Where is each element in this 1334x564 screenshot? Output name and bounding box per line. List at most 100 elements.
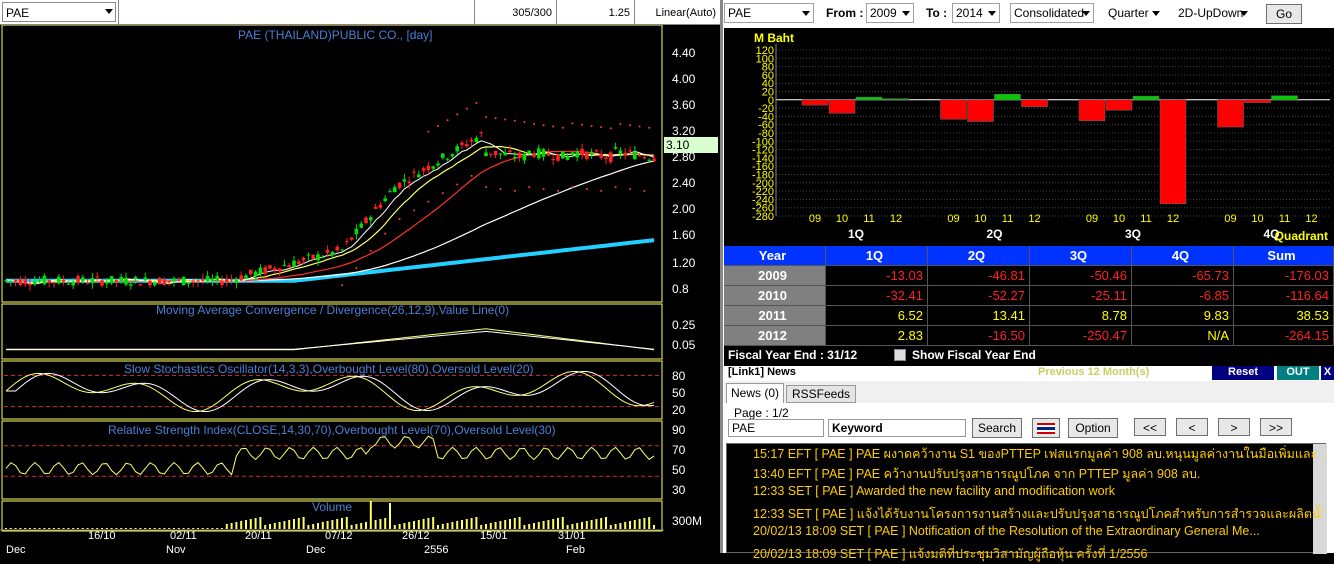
volume-bar xyxy=(57,528,60,529)
table-cell-year: 2010 xyxy=(724,286,826,306)
first-page-button[interactable]: << xyxy=(1134,418,1166,436)
candle-body xyxy=(575,151,579,158)
keyword-input[interactable]: Keyword xyxy=(828,419,966,437)
sar-dot xyxy=(485,186,487,189)
from-year-select[interactable]: 2009 xyxy=(866,3,914,23)
news-item[interactable]: 15:17 EFT [ PAE ] PAE ผงาดคว้างาน S1 ของ… xyxy=(729,444,1324,464)
page-label: Page : 1/2 xyxy=(734,406,789,420)
last-page-button[interactable]: >> xyxy=(1260,418,1292,436)
candle-body xyxy=(585,151,589,159)
fin-year-tick-label: 10 xyxy=(1113,213,1125,225)
scale-mode[interactable]: Linear(Auto) xyxy=(634,0,720,24)
fin-bar xyxy=(1244,99,1271,103)
sar-dot xyxy=(499,187,502,190)
sar-dot xyxy=(485,115,487,118)
to-year-select[interactable]: 2014 xyxy=(952,3,1000,23)
chart-symbol-select[interactable]: PAE xyxy=(2,2,116,22)
sar-dot xyxy=(581,123,583,126)
volume-bar xyxy=(216,528,219,529)
date-axis-label: 16/10 xyxy=(88,530,116,542)
news-item[interactable]: 12:33 SET [ PAE ] แจ้งได้รับงานโครงการงา… xyxy=(729,504,1324,524)
next-page-button[interactable]: > xyxy=(1218,418,1250,436)
header-3q: 3Q xyxy=(1030,246,1132,266)
search-button[interactable]: Search xyxy=(972,418,1022,438)
rsi-line xyxy=(5,435,655,476)
candle-body xyxy=(52,282,56,284)
candle-body xyxy=(637,155,642,157)
language-flag-icon[interactable] xyxy=(1032,418,1060,438)
go-button[interactable]: Go xyxy=(1266,4,1302,24)
ma-mid-line xyxy=(5,150,655,284)
chart-toolbar-blank xyxy=(118,0,474,24)
candle-body xyxy=(253,271,258,277)
chevron-down-icon xyxy=(802,11,810,16)
volume-bar xyxy=(288,520,291,529)
fin-year-tick-label: 12 xyxy=(890,213,902,225)
volume-bar xyxy=(576,523,579,529)
date-axis-label: 15/01 xyxy=(480,530,508,542)
volume-bar xyxy=(413,521,415,529)
candle-body xyxy=(85,283,90,285)
volume-bar xyxy=(552,519,555,529)
candle-body xyxy=(393,187,397,193)
volume-bar xyxy=(422,519,425,529)
volume-bar xyxy=(53,528,55,529)
candle-body xyxy=(66,283,71,285)
statement-select[interactable]: Consolidated xyxy=(1010,3,1094,23)
candle-body xyxy=(100,280,104,286)
candle-body xyxy=(109,276,114,284)
candle-body xyxy=(623,152,627,156)
macd-signal-line xyxy=(6,330,655,350)
volume-bar xyxy=(38,528,41,529)
tab-rssfeeds[interactable]: RSSFeeds xyxy=(786,385,856,403)
candle-body xyxy=(474,138,479,142)
show-fiscal-label: Show Fiscal Year End xyxy=(912,348,1036,362)
candle-body xyxy=(268,265,272,269)
out-button[interactable]: OUT xyxy=(1277,366,1319,380)
month-axis-label: Nov xyxy=(166,544,186,556)
fin-bar xyxy=(882,98,910,101)
candle-body xyxy=(537,148,541,159)
candle-body xyxy=(229,279,234,281)
candle-body xyxy=(450,154,455,157)
sar-dot xyxy=(614,186,617,189)
news-symbol-input[interactable]: PAE xyxy=(728,419,824,437)
volume-bar xyxy=(465,519,468,529)
news-item[interactable]: 13:40 EFT [ PAE ] PAE คว้างานปรับปรุงสาธ… xyxy=(729,464,1324,484)
prev-page-button[interactable]: < xyxy=(1176,418,1208,436)
volume-bar xyxy=(48,528,51,529)
volume-bar xyxy=(590,520,593,529)
tab-news[interactable]: News (0) xyxy=(726,383,784,403)
candle-body xyxy=(551,158,555,161)
volume-panel-title: Volume xyxy=(312,500,353,514)
sar-dot xyxy=(465,107,468,110)
fin-bar xyxy=(1132,95,1160,101)
volume-bar xyxy=(115,528,118,529)
chevron-down-icon xyxy=(988,11,996,16)
sar-dot xyxy=(494,117,497,120)
volume-bar xyxy=(77,528,79,529)
candle-body xyxy=(628,150,632,152)
price-axis-label: 4.40 xyxy=(672,46,696,60)
news-item[interactable]: 20/02/13 18:09 SET [ PAE ] Notification … xyxy=(729,524,1324,544)
candle-body xyxy=(402,179,407,182)
candle-body xyxy=(508,150,512,153)
volume-bar xyxy=(96,528,99,529)
sar-dot xyxy=(557,189,559,192)
option-button[interactable]: Option xyxy=(1068,418,1118,438)
period-select[interactable]: Quarter xyxy=(1104,3,1164,23)
volume-bar xyxy=(221,528,223,529)
close-icon[interactable]: X xyxy=(1321,366,1334,380)
stock-chart-canvas[interactable] xyxy=(0,25,720,553)
chart-mode-select[interactable]: 2D-UpDown xyxy=(1174,3,1252,23)
sar-dot xyxy=(441,192,444,195)
volume-bar xyxy=(485,524,487,529)
indicator-axis-label: 0.05 xyxy=(672,338,696,352)
sar-dot xyxy=(413,209,415,212)
news-item[interactable]: 20/02/13 18:09 SET [ PAE ] แจ้งมติที่ประ… xyxy=(729,544,1324,564)
fin-symbol-select[interactable]: PAE xyxy=(724,3,814,23)
reset-button[interactable]: Reset xyxy=(1212,366,1274,380)
news-item[interactable]: 12:33 SET [ PAE ] Awarded the new facili… xyxy=(729,484,1324,504)
show-fiscal-checkbox[interactable] xyxy=(894,349,906,361)
fin-year-tick-label: 12 xyxy=(1028,213,1040,225)
